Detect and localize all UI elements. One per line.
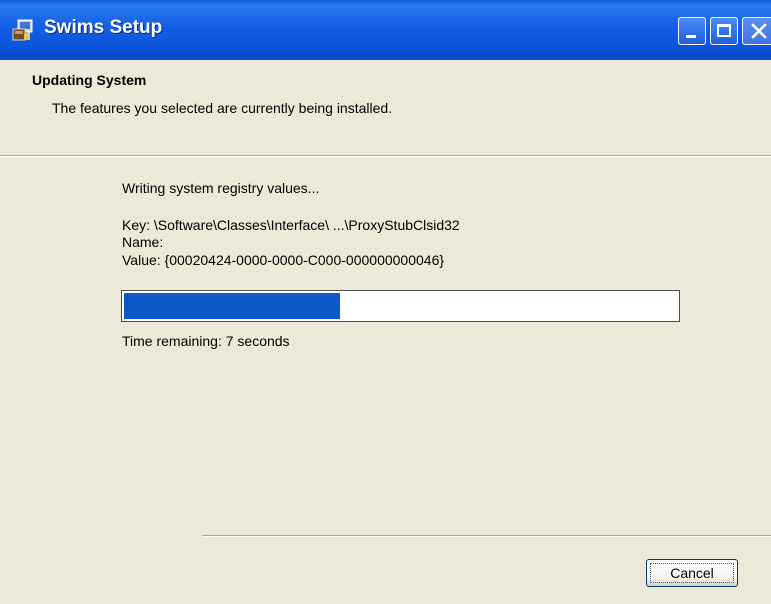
header-divider [0,156,771,157]
installer-icon [12,19,33,41]
minimize-icon [686,35,696,38]
registry-name-text: Name: [122,234,164,250]
header-panel: Updating System The features you selecte… [0,60,771,156]
page-title: Updating System [32,72,147,88]
close-icon [751,23,767,39]
progress-bar [121,290,680,322]
status-text: Writing system registry values... [122,180,320,196]
registry-key-text: Key: \Software\Classes\Interface\ ...\Pr… [122,217,460,233]
cancel-button[interactable]: Cancel [646,559,738,587]
cancel-button-label: Cancel [670,565,714,581]
page-description: The features you selected are currently … [52,100,393,116]
window-title: Swims Setup [44,17,163,38]
maximize-button[interactable] [710,17,738,45]
minimize-button[interactable] [678,17,706,45]
registry-value-text: Value: {00020424-0000-0000-C000-00000000… [122,252,445,268]
time-remaining-text: Time remaining: 7 seconds [122,333,290,349]
title-bar[interactable]: Swims Setup [0,0,771,60]
progress-fill [124,293,340,319]
maximize-icon [717,24,731,37]
close-button[interactable] [742,17,771,45]
setup-window: Swims Setup Updating System The features… [0,0,771,604]
footer-divider-highlight [202,536,771,537]
